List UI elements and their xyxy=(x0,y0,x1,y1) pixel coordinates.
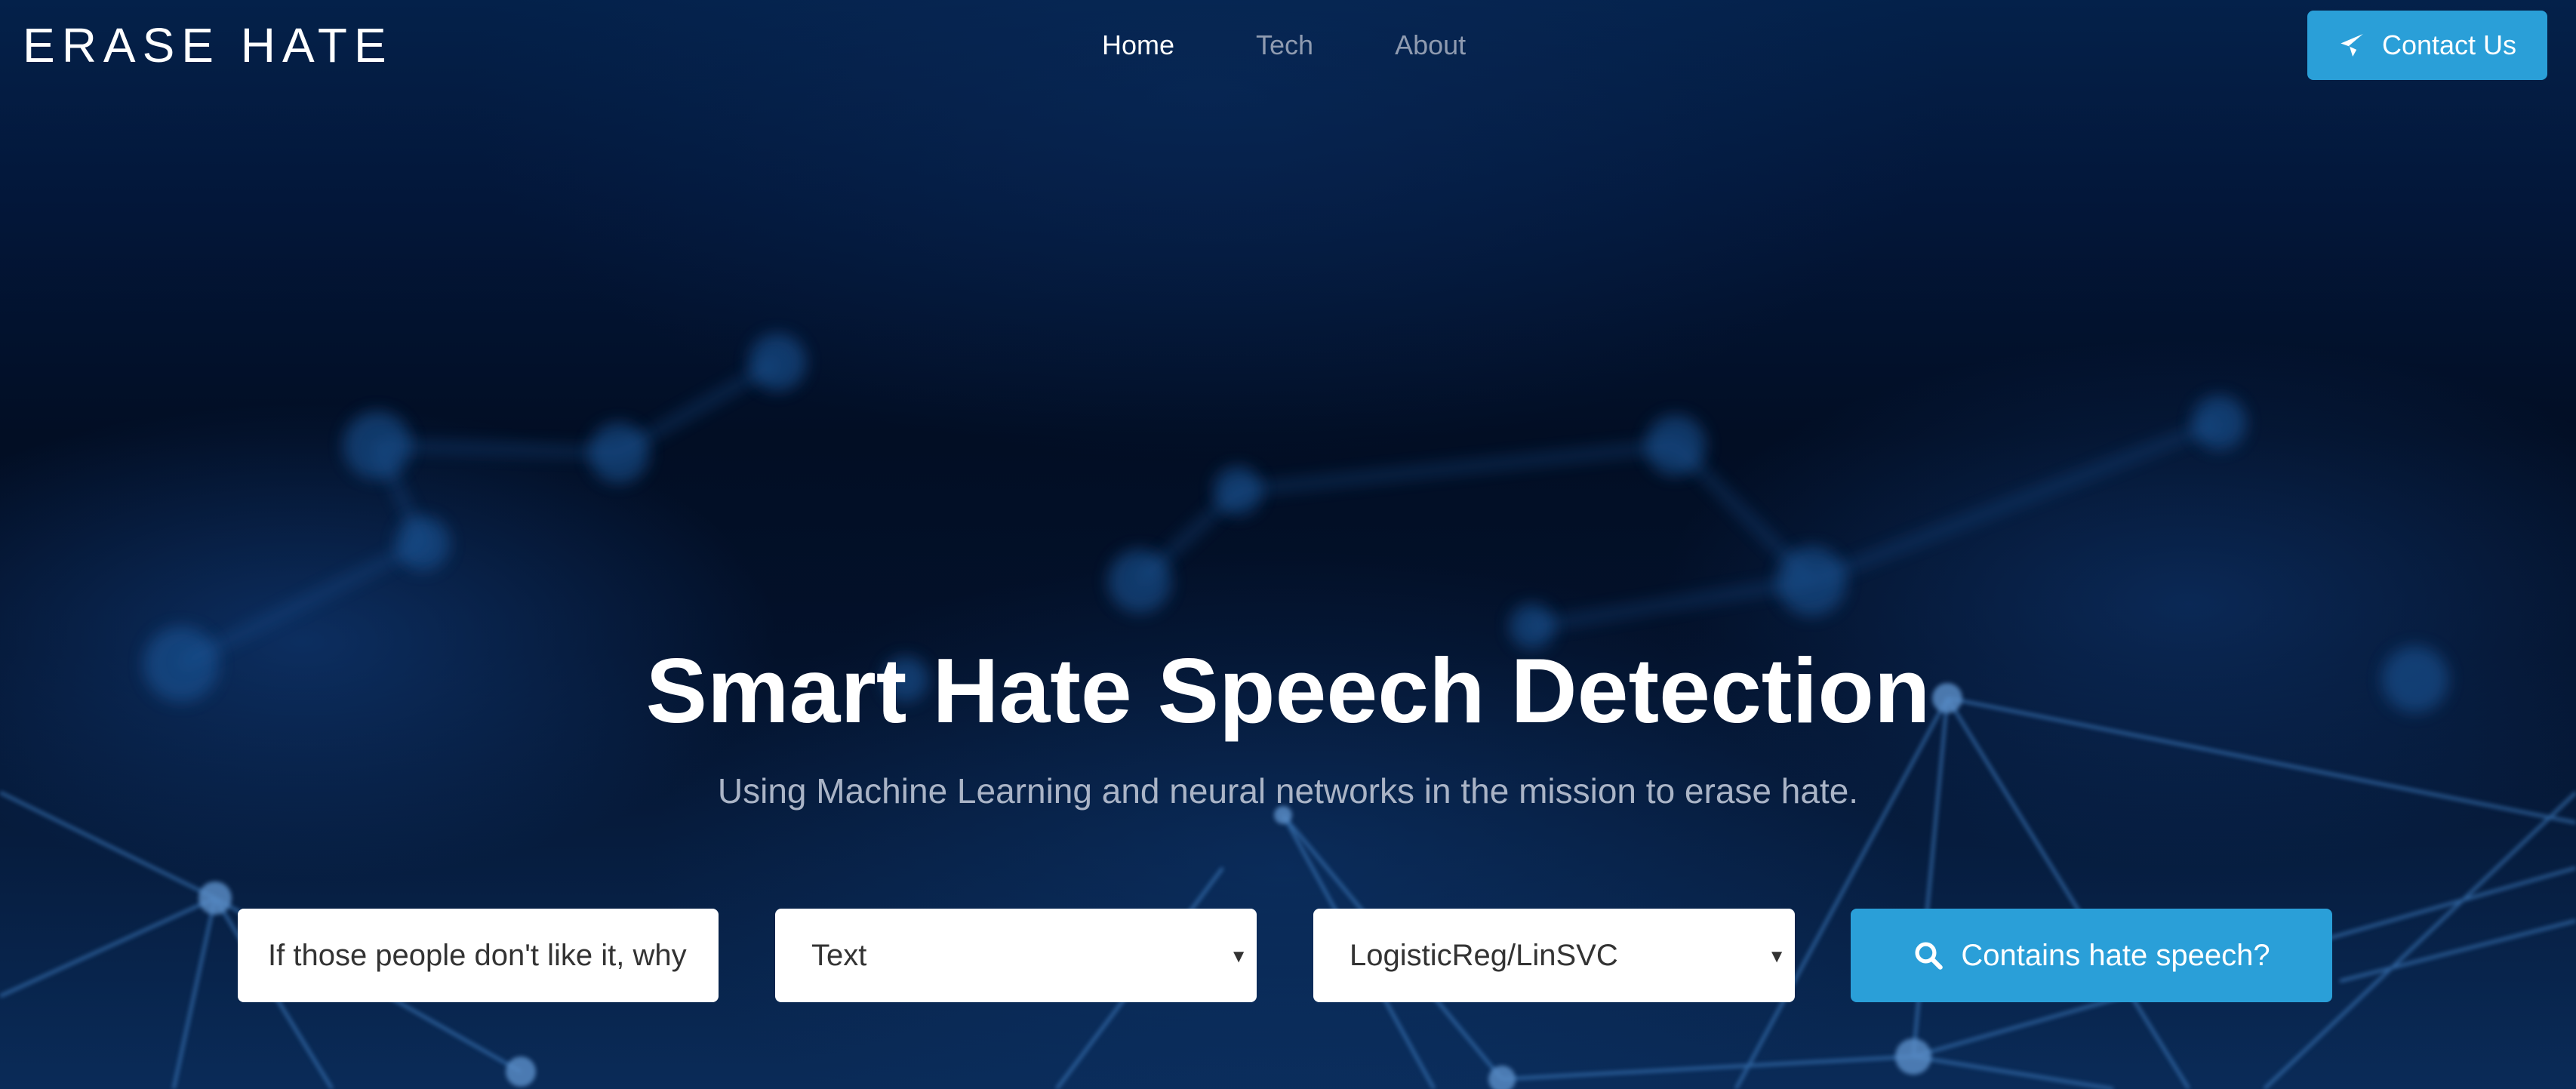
text-input[interactable] xyxy=(238,909,719,1002)
chevron-down-icon: ▼ xyxy=(1230,946,1248,967)
brand-logo[interactable]: ERASE HATE xyxy=(23,18,393,72)
detect-hate-speech-button[interactable]: Contains hate speech? xyxy=(1851,909,2332,1002)
chevron-down-icon: ▼ xyxy=(1768,946,1786,967)
model-select[interactable]: LogisticReg/LinSVC ▼ xyxy=(1313,909,1795,1002)
search-icon xyxy=(1913,940,1944,971)
paper-plane-icon xyxy=(2338,30,2368,60)
nav-links: Home Tech About xyxy=(1102,27,1466,63)
detect-button-label: Contains hate speech? xyxy=(1961,938,2270,972)
nav-link-home[interactable]: Home xyxy=(1102,27,1174,63)
input-type-select[interactable]: Text ▼ xyxy=(775,909,1257,1002)
nav-link-about[interactable]: About xyxy=(1395,27,1466,63)
contact-us-button[interactable]: Contact Us xyxy=(2307,11,2547,80)
input-type-select-value: Text xyxy=(811,938,867,972)
top-navbar: ERASE HATE Home Tech About Contact Us xyxy=(0,0,2576,92)
nav-link-tech[interactable]: Tech xyxy=(1256,27,1313,63)
hero-subtitle: Using Machine Learning and neural networ… xyxy=(717,771,1859,811)
contact-us-label: Contact Us xyxy=(2381,29,2517,60)
model-select-value: LogisticReg/LinSVC xyxy=(1350,938,1618,972)
hero-title: Smart Hate Speech Detection xyxy=(645,639,1931,742)
